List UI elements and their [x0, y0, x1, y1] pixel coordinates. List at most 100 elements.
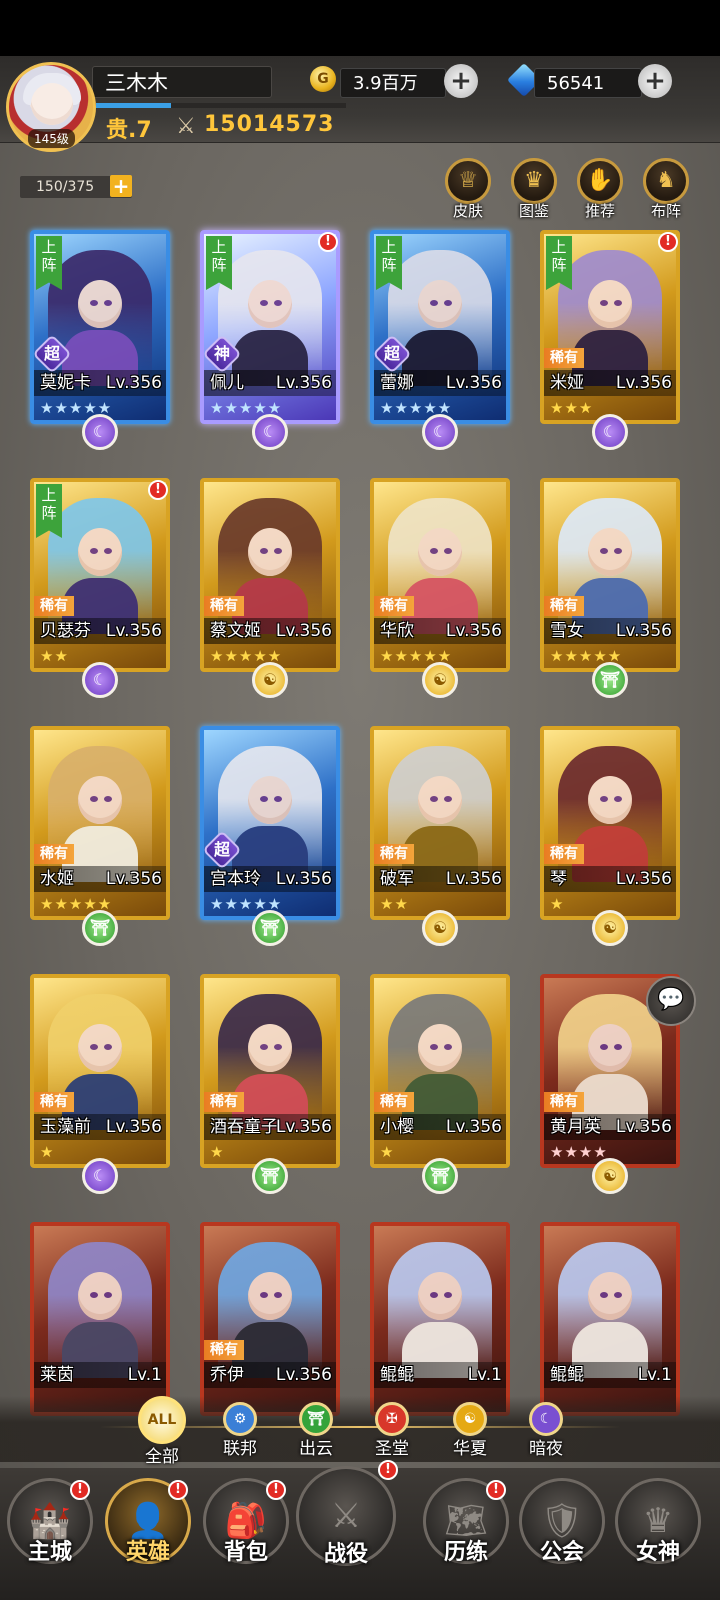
hero-card[interactable]: 酒吞童子 Lv.356 ★ 稀有	[200, 974, 340, 1168]
hero-eye	[444, 1292, 452, 1298]
alert-icon: !	[486, 1480, 506, 1500]
filter-label: 出云	[299, 1439, 333, 1459]
hero-eye	[260, 300, 268, 306]
faction-chuyun-icon: ⛩	[252, 1158, 288, 1194]
hero-name: 乔伊	[210, 1365, 244, 1385]
hero-portrait	[48, 1242, 152, 1378]
rarity-tag: 稀有	[374, 1092, 414, 1112]
hero-card[interactable]: 乔伊 Lv.356 稀有	[200, 1222, 340, 1416]
hero-card[interactable]: 玉藻前 Lv.356 ★ 稀有	[30, 974, 170, 1168]
star-rating: ★★	[380, 895, 409, 913]
hero-eye	[444, 548, 452, 554]
hero-name: 莫妮卡	[40, 373, 91, 393]
hero-name: 酒吞童子	[210, 1117, 278, 1137]
lineup-flag: 上阵	[36, 236, 62, 290]
filter-label: 全部	[145, 1447, 179, 1467]
hero-eye	[104, 1292, 112, 1298]
hero-card[interactable]: 雪女 Lv.356 ★★★★★ 稀有	[540, 478, 680, 672]
hero-level: Lv.356	[105, 1117, 162, 1137]
hero-eye	[614, 300, 622, 306]
hero-card[interactable]: 小樱 Lv.356 ★ 稀有	[370, 974, 510, 1168]
hero-card[interactable]: 佩儿 Lv.356 ★★★★★ 神上阵	[200, 230, 340, 424]
hero-eye	[274, 1044, 282, 1050]
combat-power: 15014573	[204, 112, 335, 137]
formation-button[interactable]: ♞ 布阵	[638, 158, 694, 221]
recommend-button[interactable]: ✋ 推荐	[572, 158, 628, 221]
rarity-tag: 稀有	[544, 348, 584, 368]
yin-yang-icon: ☯	[453, 1402, 487, 1436]
hero-eye	[274, 796, 282, 802]
hero-card[interactable]: 蕾娜 Lv.356 ★★★★★ 超上阵	[370, 230, 510, 424]
gold-amount: 3.9百万	[340, 68, 446, 98]
grade-text: 超	[383, 343, 401, 363]
hero-card[interactable]: 水姬 Lv.356 ★★★★★ 稀有	[30, 726, 170, 920]
hero-face	[418, 1272, 462, 1320]
hero-eye	[90, 548, 98, 554]
filter-izumo[interactable]: ⛩ 出云	[286, 1402, 346, 1459]
hero-eye	[90, 1292, 98, 1298]
nav-goddess-button[interactable]: ♛ 女神	[612, 1478, 704, 1566]
hero-name: 鲲鲲	[380, 1365, 414, 1385]
hero-face	[418, 528, 462, 576]
codex-label: 图鉴	[518, 202, 549, 220]
hero-eye	[444, 300, 452, 306]
hero-face	[588, 528, 632, 576]
hero-card[interactable]: 米娅 Lv.356 ★★★ 稀有 上阵	[540, 230, 680, 424]
filter-all[interactable]: ALL 全部	[132, 1396, 192, 1467]
star-rating: ★	[550, 895, 565, 913]
hero-card[interactable]: 鲲鲲 Lv.1	[540, 1222, 680, 1416]
hero-name: 琴	[550, 869, 567, 889]
faction-chuyun-icon: ⛩	[252, 910, 288, 946]
filter-huaxia[interactable]: ☯ 华夏	[440, 1402, 500, 1459]
hero-face	[588, 1024, 632, 1072]
rarity-tag: 稀有	[204, 1092, 244, 1112]
star-rating: ★★★★	[550, 1143, 608, 1161]
hero-level: Lv.1	[637, 1365, 672, 1385]
hero-face	[418, 280, 462, 328]
hero-card[interactable]: 蔡文姬 Lv.356 ★★★★★ 稀有	[200, 478, 340, 672]
hero-card[interactable]: 破军 Lv.356 ★★ 稀有	[370, 726, 510, 920]
player-name: 三木木	[92, 66, 272, 98]
filter-federation[interactable]: ⚙ 联邦	[210, 1402, 270, 1459]
hero-eye	[614, 548, 622, 554]
star-rating: ★★	[40, 647, 69, 665]
hero-eye	[430, 300, 438, 306]
nav-guild-button[interactable]: 🛡 公会	[516, 1478, 608, 1566]
rarity-tag: 稀有	[544, 1092, 584, 1112]
hero-face	[588, 1272, 632, 1320]
chat-bubble-icon[interactable]: 💬	[646, 976, 696, 1026]
hero-level: Lv.356	[445, 1117, 502, 1137]
hero-card[interactable]: 莱茵 Lv.1	[30, 1222, 170, 1416]
nav-campaign-button[interactable]: ⚔ 战役	[296, 1466, 396, 1568]
codex-button[interactable]: ♛ 图鉴	[506, 158, 562, 221]
skin-button[interactable]: ♕ 皮肤	[440, 158, 496, 221]
hero-card[interactable]: 鲲鲲 Lv.1	[370, 1222, 510, 1416]
hero-card[interactable]: 华欣 Lv.356 ★★★★★ 稀有	[370, 478, 510, 672]
hero-name: 佩儿	[210, 373, 244, 393]
rarity-tag: 稀有	[544, 844, 584, 864]
nav-label: 女神	[635, 1540, 680, 1565]
alert-icon: !	[148, 480, 168, 500]
hero-eye	[600, 1044, 608, 1050]
filter-label: 联邦	[223, 1439, 257, 1459]
filter-nightfall[interactable]: ☾ 暗夜	[516, 1402, 576, 1459]
nav-label: 历练	[443, 1540, 488, 1565]
add-gems-button[interactable]: +	[638, 64, 672, 98]
hero-card[interactable]: 宫本玲 Lv.356 ★★★★★ 超	[200, 726, 340, 920]
nav-label: 背包	[223, 1540, 268, 1565]
hero-card[interactable]: 贝瑟芬 Lv.356 ★★ 稀有 上阵	[30, 478, 170, 672]
faction-dark-icon: ☾	[252, 414, 288, 450]
star-rating: ★★★	[550, 399, 594, 417]
chess-knight-icon: ♞	[643, 158, 689, 204]
faction-chuyun-icon: ⛩	[422, 1158, 458, 1194]
hero-card[interactable]: 琴 Lv.356 ★ 稀有	[540, 726, 680, 920]
hero-level: Lv.356	[615, 1117, 672, 1137]
filter-sanctum[interactable]: ✠ 圣堂	[362, 1402, 422, 1459]
grade-text: 神	[213, 343, 231, 363]
lineup-flag: 上阵	[376, 236, 402, 290]
hero-eye	[274, 1292, 282, 1298]
add-gold-button[interactable]: +	[444, 64, 478, 98]
expand-capacity-button[interactable]: +	[110, 175, 132, 197]
hero-card[interactable]: 莫妮卡 Lv.356 ★★★★★ 超上阵	[30, 230, 170, 424]
thumbs-up-icon: ✋	[577, 158, 623, 204]
